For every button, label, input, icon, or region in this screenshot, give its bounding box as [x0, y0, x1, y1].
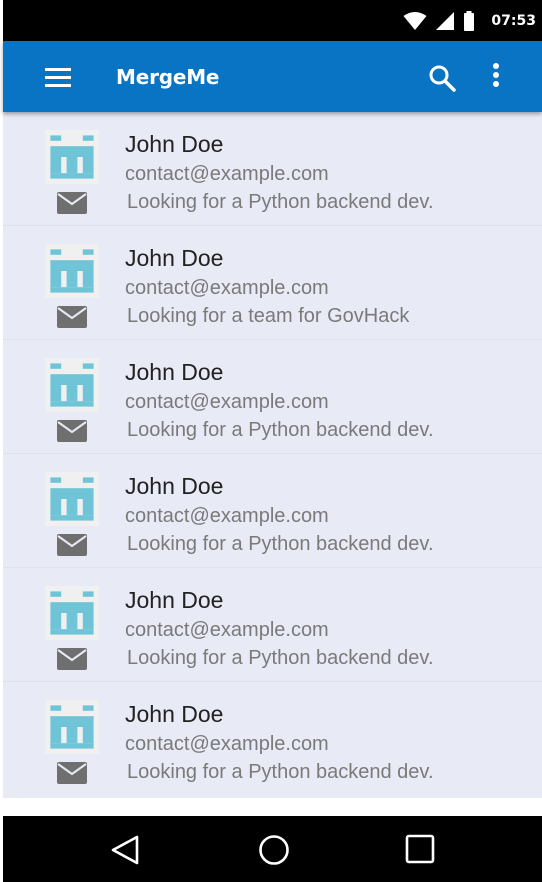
contact-description: Looking for a team for GovHack — [127, 305, 410, 327]
contact-email: contact@example.com — [125, 619, 329, 641]
contact-email: contact@example.com — [125, 505, 329, 527]
profile-list: John Doe contact@example.com Looking for… — [3, 112, 542, 798]
contact-email: contact@example.com — [125, 163, 329, 185]
list-item[interactable]: John Doe contact@example.com Looking for… — [3, 454, 542, 568]
list-item[interactable]: John Doe contact@example.com Looking for… — [3, 226, 542, 340]
menu-icon — [45, 68, 71, 87]
more-options-button[interactable] — [483, 61, 509, 93]
contact-name: John Doe — [125, 359, 224, 385]
recents-icon[interactable] — [405, 834, 435, 864]
back-icon[interactable] — [110, 834, 140, 866]
mail-icon[interactable] — [57, 420, 87, 442]
avatar — [45, 700, 99, 754]
navigation-bar — [3, 816, 542, 882]
contact-name: John Doe — [125, 701, 224, 727]
menu-button[interactable] — [41, 63, 75, 91]
contact-name: John Doe — [125, 245, 224, 271]
status-bar: 07:53 — [3, 0, 542, 41]
contact-name: John Doe — [125, 131, 224, 157]
avatar — [45, 358, 99, 412]
contact-name: John Doe — [125, 587, 224, 613]
status-time: 07:53 — [491, 12, 536, 29]
more-vert-icon — [493, 63, 499, 87]
contact-email: contact@example.com — [125, 391, 329, 413]
avatar — [45, 244, 99, 298]
search-button[interactable] — [425, 62, 459, 94]
contact-description: Looking for a Python backend dev. — [127, 419, 434, 441]
avatar — [45, 586, 99, 640]
contact-email: contact@example.com — [125, 277, 329, 299]
contact-description: Looking for a Python backend dev. — [127, 647, 434, 669]
list-item[interactable]: John Doe contact@example.com Looking for… — [3, 112, 542, 226]
list-item[interactable]: John Doe contact@example.com Looking for… — [3, 682, 542, 796]
avatar — [45, 130, 99, 184]
mail-icon[interactable] — [57, 762, 87, 784]
mail-icon[interactable] — [57, 306, 87, 328]
wifi-icon — [403, 11, 427, 30]
home-icon[interactable] — [258, 834, 290, 866]
avatar — [45, 472, 99, 526]
search-icon — [429, 65, 456, 92]
contact-email: contact@example.com — [125, 733, 329, 755]
app-title: MergeMe — [116, 65, 220, 89]
app-bar: MergeMe — [3, 41, 542, 112]
battery-icon — [464, 10, 475, 31]
contact-description: Looking for a Python backend dev. — [127, 761, 434, 783]
mail-icon[interactable] — [57, 648, 87, 670]
cellular-signal-icon — [436, 11, 455, 30]
contact-name: John Doe — [125, 473, 224, 499]
contact-description: Looking for a Python backend dev. — [127, 191, 434, 213]
mail-icon[interactable] — [57, 534, 87, 556]
mail-icon[interactable] — [57, 192, 87, 214]
contact-description: Looking for a Python backend dev. — [127, 533, 434, 555]
list-item[interactable]: John Doe contact@example.com Looking for… — [3, 340, 542, 454]
list-item[interactable]: John Doe contact@example.com Looking for… — [3, 568, 542, 682]
